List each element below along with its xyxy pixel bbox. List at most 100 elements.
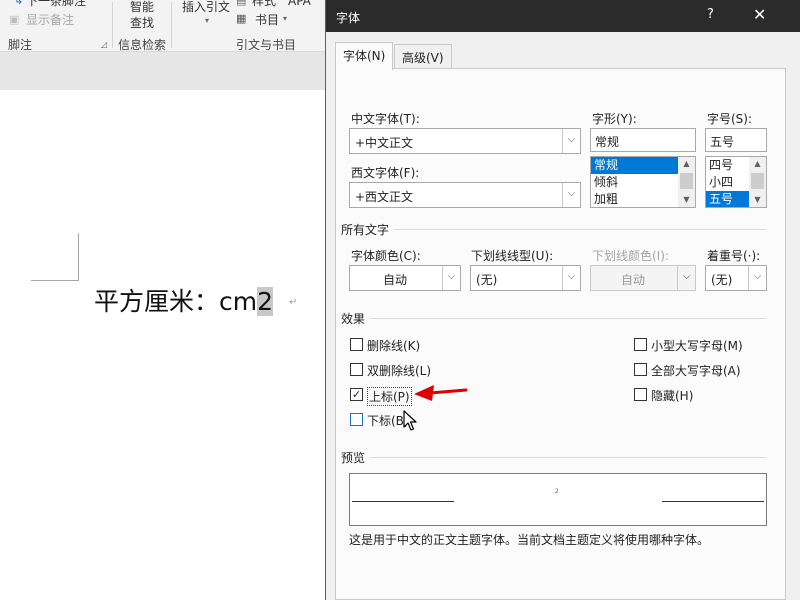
dialog-title: 字体 [336, 11, 361, 25]
ribbon-separator [171, 2, 172, 48]
emphasis-mark-label: 着重号(·): [707, 249, 761, 263]
western-font-label: 西文字体(F): [351, 166, 420, 180]
checkbox-label: 隐藏(H) [651, 389, 694, 403]
checkbox-box[interactable] [350, 413, 363, 426]
font-color-value: 自动 [382, 273, 407, 287]
subscript-checkbox[interactable]: 下标(B) [350, 411, 430, 429]
chevron-down-icon[interactable]: ▾ [205, 16, 209, 25]
show-notes-icon: ▣ [9, 13, 20, 26]
chevron-down-icon[interactable]: ▾ [283, 14, 287, 23]
dialog-launcher-icon[interactable]: ◿ [101, 40, 107, 49]
close-icon[interactable]: ✕ [753, 5, 766, 24]
chinese-font-value: +中文正文 [355, 136, 414, 150]
preview-description: 这是用于中文的正文主题字体。当前文档主题定义将使用哪种字体。 [349, 533, 710, 547]
ribbon-separator [112, 2, 113, 48]
font-color-select[interactable]: 自动 ⌵ [349, 265, 461, 291]
style-icon: ▤ [236, 0, 247, 7]
chevron-down-icon[interactable]: ⌵ [562, 183, 580, 207]
check-icon[interactable]: ✓ [350, 388, 363, 401]
bibliography-button[interactable]: 书目 [255, 13, 279, 27]
underline-style-select[interactable]: (无) ⌵ [470, 265, 581, 291]
scrollbar[interactable]: ▲ ▼ [749, 157, 766, 207]
mouse-cursor-icon [403, 410, 417, 431]
document-text: 平方厘米：cm [94, 287, 258, 316]
small-caps-checkbox[interactable]: 小型大写字母(M) [634, 336, 764, 354]
section-divider [394, 229, 766, 230]
scroll-down-icon[interactable]: ▼ [678, 193, 695, 207]
preview-sample: 2 [555, 488, 559, 495]
font-size-list[interactable]: 四号 小四 五号 ▲ ▼ [705, 156, 767, 208]
underline-color-value: 自动 [620, 273, 645, 287]
margin-corner-vertical [78, 233, 79, 280]
scroll-thumb[interactable] [751, 173, 764, 189]
scroll-down-icon[interactable]: ▼ [749, 193, 766, 207]
annotation-arrow-icon [414, 385, 468, 401]
strikethrough-checkbox[interactable]: 删除线(K) [350, 336, 440, 354]
scroll-thumb[interactable] [680, 173, 693, 189]
checkbox-label: 删除线(K) [367, 339, 421, 353]
checkbox-box[interactable] [634, 338, 647, 351]
checkbox-box[interactable] [634, 363, 647, 376]
checkbox-label: 全部大写字母(A) [651, 364, 741, 378]
font-style-list[interactable]: 常规 倾斜 加粗 ▲ ▼ [590, 156, 696, 208]
footnotes-group-label: 脚注 [8, 38, 33, 52]
font-preview-box: 2 [349, 473, 767, 526]
section-divider [370, 457, 766, 458]
show-notes-button[interactable]: 显示备注 [26, 13, 74, 27]
font-size-label: 字号(S): [707, 112, 753, 126]
margin-corner-horizontal [31, 280, 79, 281]
chevron-down-icon[interactable]: ⌵ [748, 266, 766, 290]
paragraph-mark: ↵ [289, 297, 298, 308]
font-color-label: 字体颜色(C): [351, 249, 421, 263]
chinese-font-select[interactable]: +中文正文 ⌵ [349, 128, 581, 154]
chevron-down-icon[interactable]: ⌵ [562, 129, 580, 153]
emphasis-mark-select[interactable]: (无) ⌵ [705, 265, 767, 291]
all-text-section-title: 所有文字 [341, 223, 390, 237]
preview-baseline-left [352, 501, 454, 502]
font-style-input[interactable]: 常规 [590, 128, 696, 152]
underline-style-value: (无) [476, 273, 498, 287]
next-footnote-button[interactable]: 下一条脚注 [26, 0, 86, 8]
chinese-font-label: 中文字体(T): [351, 112, 420, 126]
western-font-select[interactable]: +西文正文 ⌵ [349, 182, 581, 208]
citations-group-label: 引文与书目 [236, 38, 297, 52]
chevron-down-icon[interactable]: ⌵ [442, 266, 460, 290]
checkbox-label: 上标(P) [367, 387, 412, 406]
smart-lookup-line1[interactable]: 智能 [130, 0, 154, 14]
research-group-label: 信息检索 [118, 38, 167, 52]
citation-style-label: 样式 [252, 0, 277, 8]
scroll-up-icon[interactable]: ▲ [749, 157, 766, 171]
tab-advanced[interactable]: 高级(V) [394, 44, 452, 68]
citation-style-value[interactable]: APA [288, 0, 311, 8]
underline-color-select: 自动 ⌵ [590, 265, 696, 291]
effects-section-title: 效果 [341, 312, 366, 326]
selected-text: 2 [257, 287, 274, 316]
checkbox-label: 小型大写字母(M) [651, 339, 743, 353]
scrollbar[interactable]: ▲ ▼ [678, 157, 695, 207]
list-item[interactable]: 常规 [591, 157, 678, 174]
underline-style-label: 下划线线型(U): [471, 249, 554, 263]
document-text-line[interactable]: 平方厘米：cm2 [94, 284, 274, 320]
western-font-value: +西文正文 [355, 190, 414, 204]
checkbox-box[interactable] [634, 388, 647, 401]
scroll-up-icon[interactable]: ▲ [678, 157, 695, 171]
double-strikethrough-checkbox[interactable]: 双删除线(L) [350, 361, 450, 379]
all-caps-checkbox[interactable]: 全部大写字母(A) [634, 361, 764, 379]
checkbox-box[interactable] [350, 363, 363, 376]
preview-section-title: 预览 [341, 451, 366, 465]
help-button[interactable]: ? [707, 7, 714, 22]
next-footnote-icon: ↳ [14, 0, 24, 7]
hidden-checkbox[interactable]: 隐藏(H) [634, 386, 714, 404]
checkbox-box[interactable] [350, 338, 363, 351]
emphasis-mark-value: (无) [711, 273, 733, 287]
dialog-titlebar[interactable]: 字体 ? ✕ [326, 0, 800, 32]
chevron-down-icon[interactable]: ⌵ [562, 266, 580, 290]
font-style-label: 字形(Y): [592, 112, 637, 126]
font-size-input[interactable]: 五号 [705, 128, 767, 152]
insert-citation-button[interactable]: 插入引文 [182, 0, 230, 14]
smart-lookup-line2[interactable]: 查找 [130, 16, 154, 30]
preview-baseline-right [662, 501, 764, 502]
tab-font[interactable]: 字体(N) [335, 42, 394, 70]
list-item[interactable]: 五号 [706, 191, 749, 207]
chevron-down-icon: ⌵ [677, 266, 695, 290]
